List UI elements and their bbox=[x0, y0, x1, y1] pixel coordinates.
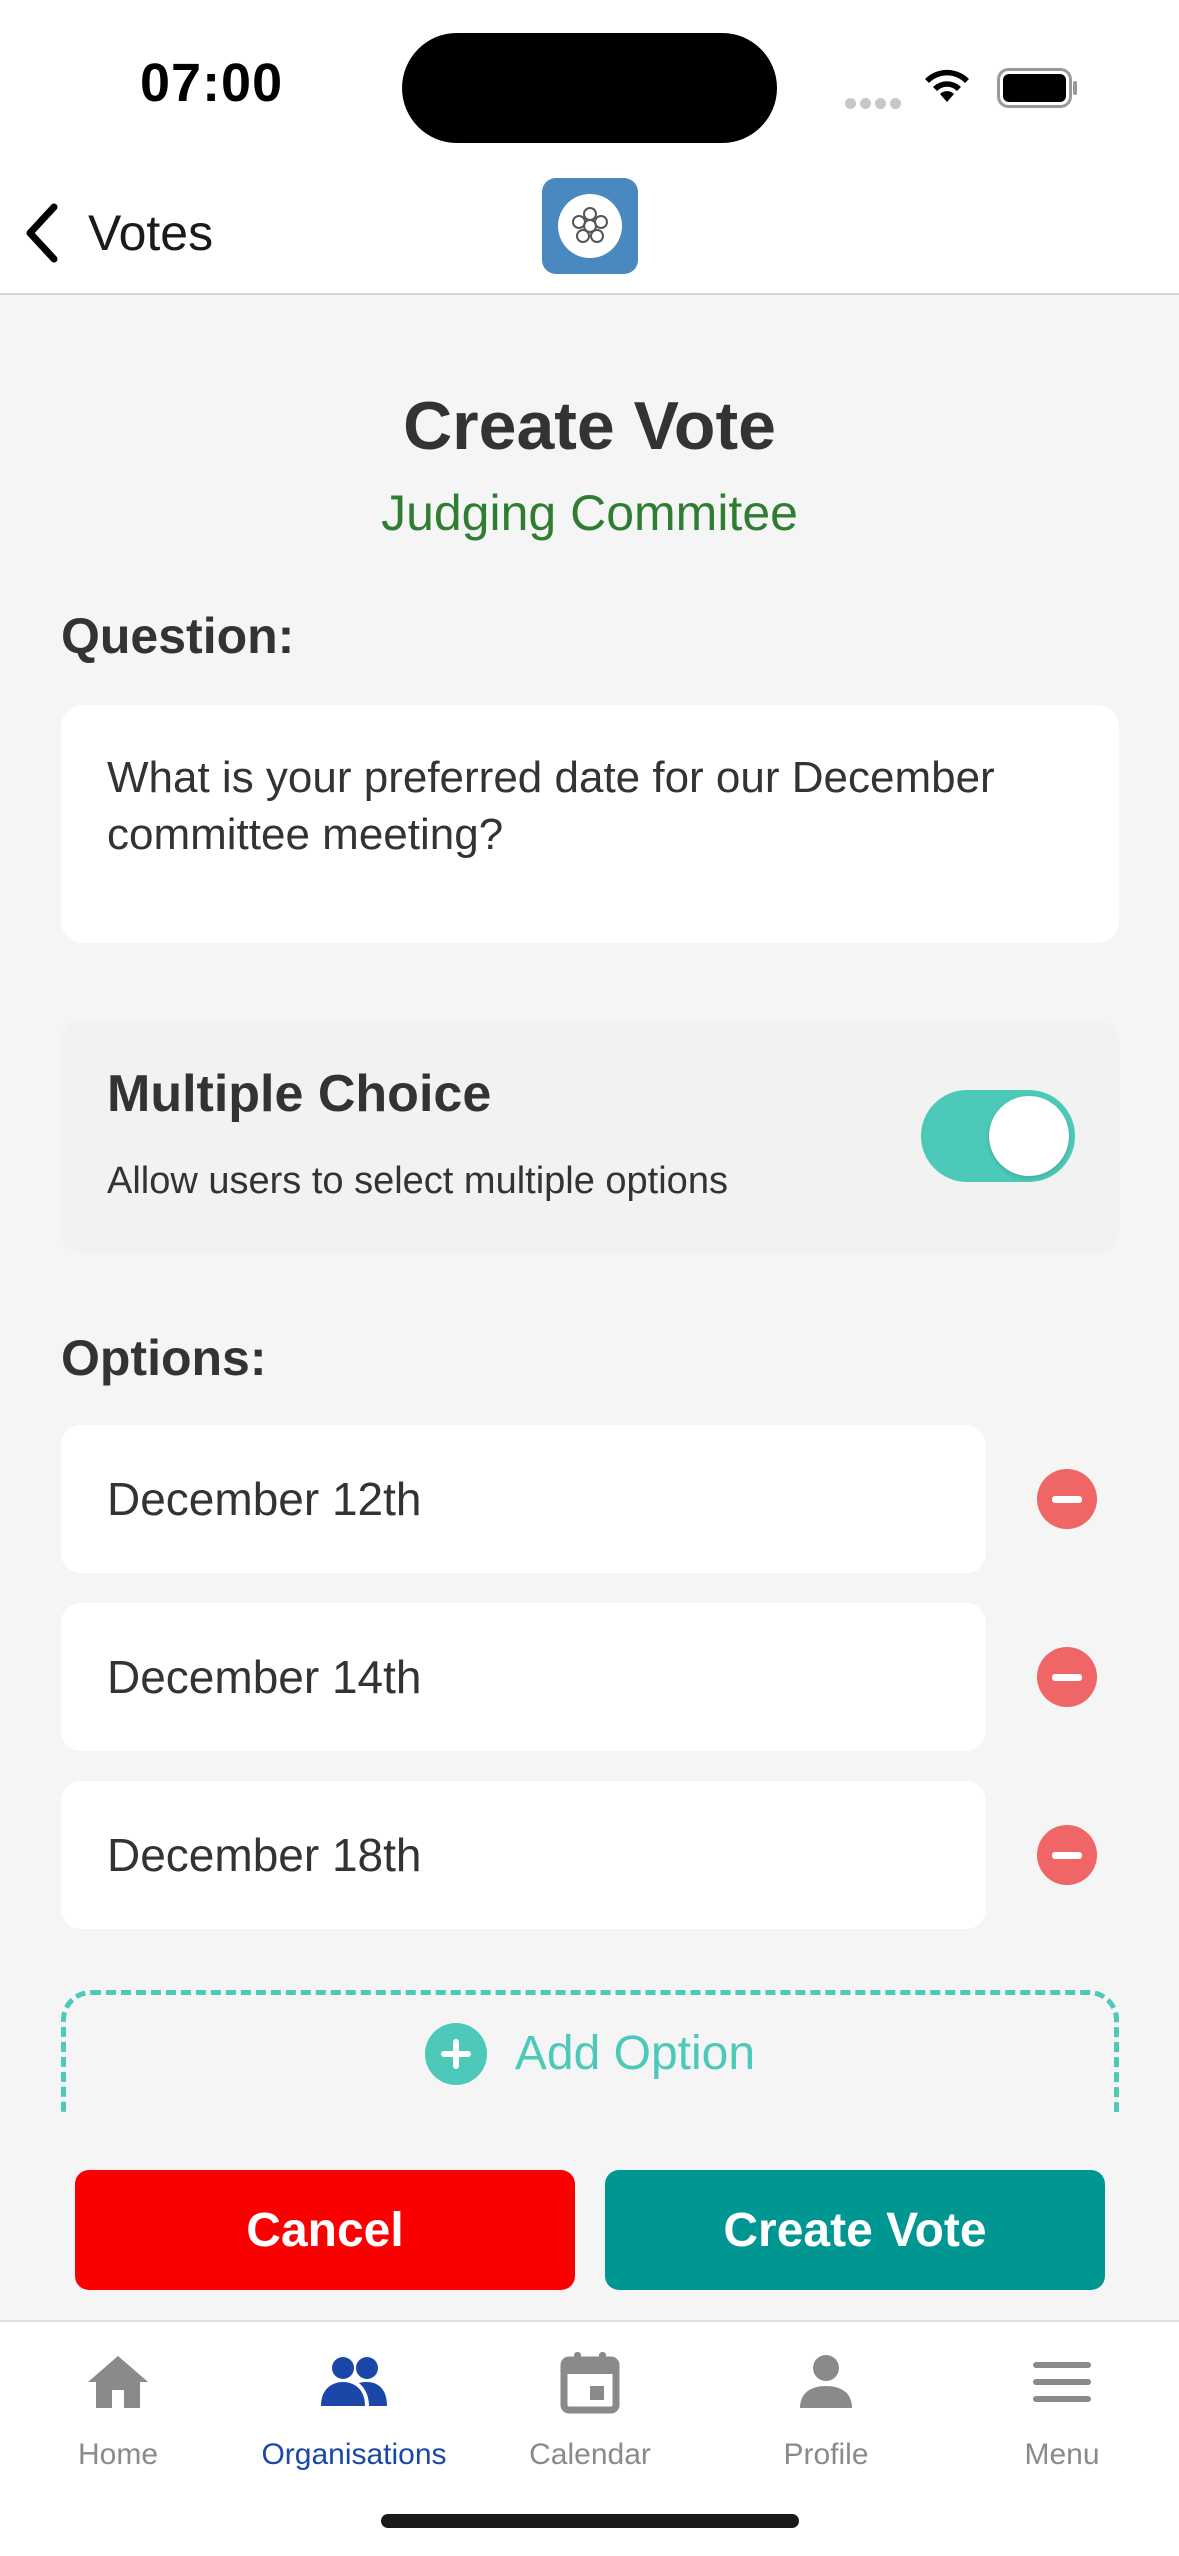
add-option-label: Add Option bbox=[514, 2027, 756, 2080]
flower-logo-icon bbox=[572, 207, 608, 243]
status-time: 07:00 bbox=[140, 53, 284, 113]
tab-menu[interactable]: Menu bbox=[944, 2342, 1179, 2492]
minus-icon bbox=[1052, 1851, 1082, 1859]
tab-organisations[interactable]: Organisations bbox=[236, 2342, 472, 2492]
tab-label: Home bbox=[77, 2438, 159, 2471]
multiple-choice-card: Multiple Choice Allow users to select mu… bbox=[61, 1020, 1119, 1254]
toggle-knob bbox=[989, 1096, 1069, 1176]
navigation-bar: Votes bbox=[0, 170, 1179, 295]
battery-icon bbox=[997, 68, 1077, 108]
dynamic-island bbox=[402, 33, 777, 143]
option-input[interactable]: December 14th bbox=[61, 1603, 986, 1751]
remove-option-button[interactable] bbox=[1037, 1647, 1097, 1707]
question-input[interactable]: What is your preferred date for our Dece… bbox=[61, 705, 1119, 943]
tab-calendar[interactable]: Calendar bbox=[472, 2342, 708, 2492]
option-input[interactable]: December 12th bbox=[61, 1425, 986, 1573]
cancel-button[interactable]: Cancel bbox=[75, 2170, 575, 2290]
tab-home[interactable]: Home bbox=[0, 2342, 236, 2492]
create-vote-button[interactable]: Create Vote bbox=[605, 2170, 1105, 2290]
remove-option-button[interactable] bbox=[1037, 1825, 1097, 1885]
options-label: Options: bbox=[61, 1330, 267, 1386]
tab-profile[interactable]: Profile bbox=[708, 2342, 944, 2492]
question-label: Question: bbox=[61, 608, 295, 664]
add-option-button[interactable]: Add Option bbox=[61, 1990, 1119, 2112]
multiple-choice-description: Allow users to select multiple options bbox=[107, 1160, 728, 1202]
back-label: Votes bbox=[88, 205, 214, 261]
calendar-icon bbox=[560, 2352, 620, 2414]
home-icon bbox=[88, 2356, 148, 2408]
app-logo bbox=[542, 178, 638, 274]
status-bar: 07:00 bbox=[0, 0, 1179, 170]
back-button[interactable]: Votes bbox=[22, 200, 213, 266]
wifi-icon bbox=[925, 69, 969, 102]
person-icon bbox=[800, 2355, 852, 2408]
menu-icon bbox=[1033, 2362, 1091, 2402]
minus-icon bbox=[1052, 1673, 1082, 1681]
people-icon bbox=[321, 2357, 387, 2406]
multiple-choice-title: Multiple Choice bbox=[107, 1065, 492, 1123]
signal-icon bbox=[845, 96, 905, 114]
tab-label: Profile bbox=[783, 2438, 869, 2471]
plus-icon bbox=[424, 2022, 487, 2085]
tab-label: Menu bbox=[1024, 2438, 1100, 2471]
page-title: Create Vote bbox=[403, 388, 776, 464]
remove-option-button[interactable] bbox=[1037, 1469, 1097, 1529]
tab-label: Calendar bbox=[529, 2438, 651, 2471]
organisation-name: Judging Commitee bbox=[381, 485, 798, 541]
home-indicator[interactable] bbox=[381, 2514, 799, 2528]
chevron-left-icon bbox=[26, 203, 58, 263]
minus-icon bbox=[1052, 1495, 1082, 1503]
option-input[interactable]: December 18th bbox=[61, 1781, 986, 1929]
multiple-choice-toggle[interactable] bbox=[921, 1090, 1075, 1182]
tab-label: Organisations bbox=[261, 2438, 447, 2471]
